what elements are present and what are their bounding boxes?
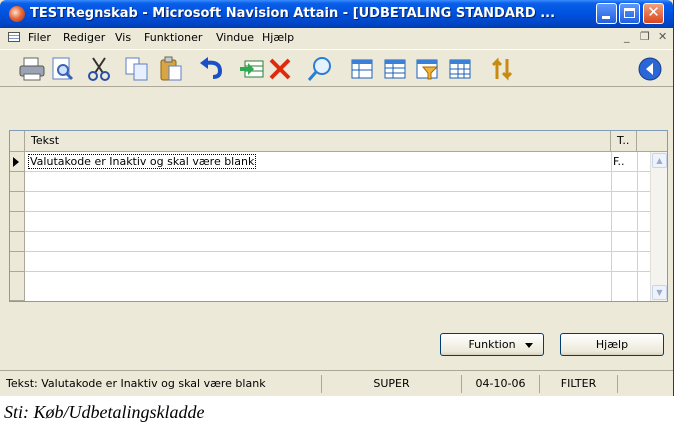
row-selector[interactable] [10,272,25,301]
find-icon[interactable] [306,55,334,83]
minimize-icon [602,16,610,19]
column-header-t[interactable]: T.. [611,131,637,152]
form-view-icon[interactable] [348,55,376,83]
row-selector[interactable] [10,172,25,192]
row-selector[interactable] [10,252,25,272]
toolbar [0,49,673,87]
menu-vis[interactable]: Vis [115,31,131,44]
message-grid: Tekst T.. Valutakode er Inaktiv og skal … [9,130,668,302]
row-selector[interactable] [10,232,25,252]
funktion-label: Funktion [468,338,516,351]
table-row[interactable] [10,172,651,192]
document-menu-icon[interactable] [8,32,20,42]
paste-icon[interactable] [157,55,185,83]
show-all-icon[interactable] [446,55,474,83]
row-selector[interactable] [10,212,25,232]
row-selector-header [10,131,25,152]
table-filter-icon[interactable] [413,55,441,83]
mdi-minimize-icon[interactable]: _ [624,30,630,43]
print-preview-icon[interactable] [48,55,76,83]
column-header-tekst[interactable]: Tekst [25,131,611,152]
cell-t[interactable]: F.. [613,155,625,168]
column-divider [611,152,612,301]
mdi-restore-icon[interactable]: ❐ [640,30,650,43]
figure-caption: Sti: Køb/Udbetalingskladde [4,402,205,422]
cell-tekst[interactable]: Valutakode er Inaktiv og skal være blank [28,154,257,169]
title-bar[interactable]: TESTRegnskab - Microsoft Navision Attain… [0,0,673,28]
minimize-button[interactable] [596,3,617,24]
status-current-field: Tekst: Valutakode er Inaktiv og skal vær… [6,375,322,393]
status-date: 04-10-06 [462,375,540,393]
table-row[interactable] [10,232,651,252]
menu-hjaelp[interactable]: Hjælp [262,31,294,44]
menu-bar: Filer Rediger Vis Funktioner Vindue Hjæl… [0,29,673,47]
mdi-close-icon[interactable]: ✕ [658,30,667,43]
print-icon[interactable] [18,55,46,83]
table-row[interactable]: Valutakode er Inaktiv og skal være blank… [10,152,651,172]
table-row[interactable] [10,272,651,301]
scroll-down-icon[interactable]: ▼ [652,285,667,300]
row-selector[interactable] [10,152,25,172]
row-selector[interactable] [10,192,25,212]
dropdown-arrow-icon [525,343,533,348]
list-view-icon[interactable] [381,55,409,83]
status-user: SUPER [322,375,462,393]
cut-icon[interactable] [85,55,113,83]
help-button-label: Hjælp [595,338,629,351]
sort-icon[interactable] [488,55,516,83]
maximize-button[interactable] [619,3,640,24]
current-row-icon [13,157,19,167]
app-icon[interactable] [9,6,25,22]
menu-vindue[interactable]: Vindue [216,31,254,44]
column-divider [637,152,638,301]
vertical-scrollbar[interactable]: ▲ ▼ [650,152,667,301]
table-row[interactable] [10,192,651,212]
window-title: TESTRegnskab - Microsoft Navision Attain… [30,6,556,21]
menu-rediger[interactable]: Rediger [63,31,105,44]
table-row[interactable] [10,252,651,272]
scroll-up-icon[interactable]: ▲ [652,153,667,168]
help-icon[interactable] [636,55,664,83]
table-row[interactable] [10,212,651,232]
status-filter: FILTER [540,375,618,393]
status-bar: Tekst: Valutakode er Inaktiv og skal vær… [0,370,673,396]
application-window: TESTRegnskab - Microsoft Navision Attain… [0,0,674,396]
copy-icon[interactable] [123,55,151,83]
maximize-icon [624,8,635,18]
funktion-button[interactable]: Funktion [440,333,544,356]
close-button[interactable]: ✕ [643,3,664,24]
close-icon: ✕ [647,3,660,21]
menu-filer[interactable]: Filer [28,31,51,44]
menu-funktioner[interactable]: Funktioner [144,31,202,44]
undo-icon[interactable] [198,55,226,83]
delete-icon[interactable] [266,55,294,83]
insert-record-icon[interactable] [238,55,266,83]
header-filler [637,131,667,152]
help-button[interactable]: Hjælp [560,333,664,356]
